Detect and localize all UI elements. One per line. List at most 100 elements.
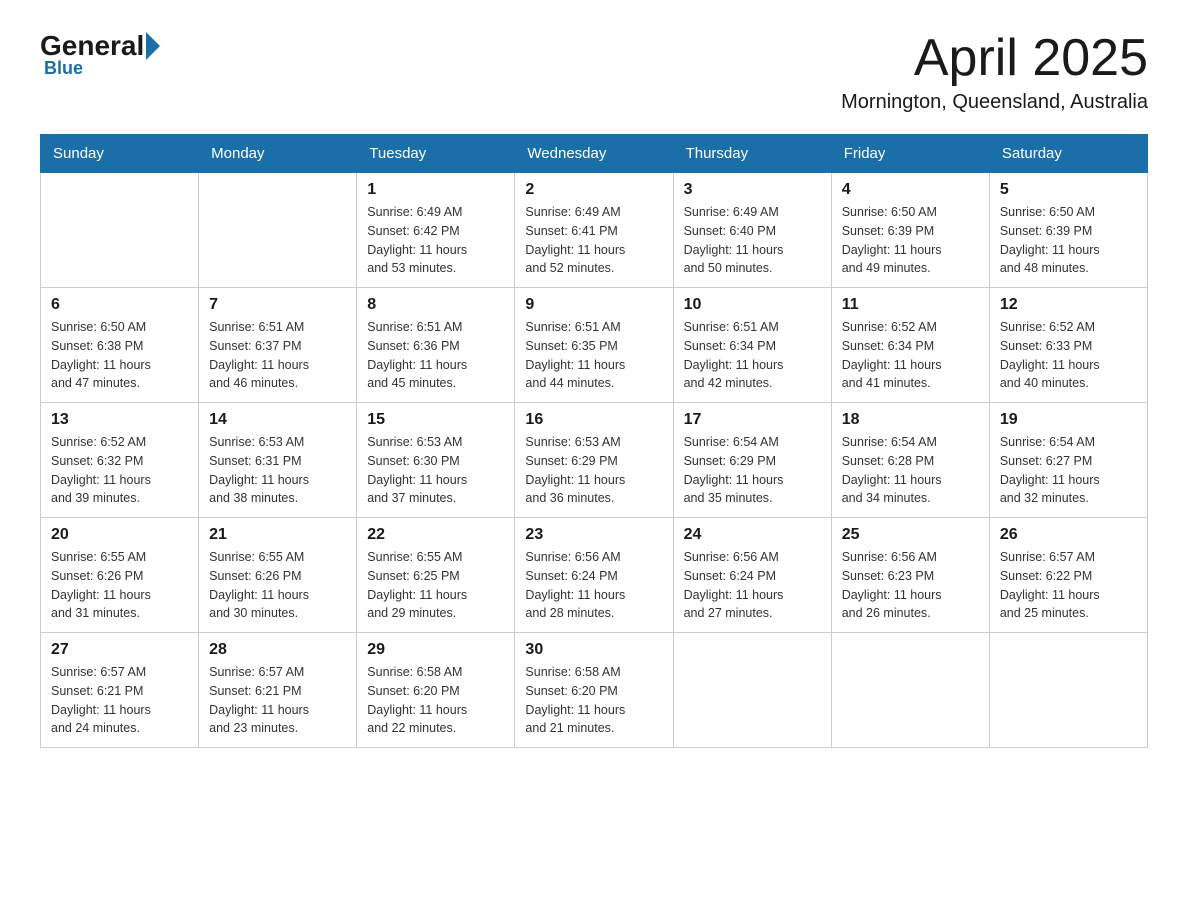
day-number: 26 (1000, 526, 1137, 544)
calendar-cell: 11 Sunrise: 6:52 AMSunset: 6:34 PMDayligh… (831, 288, 989, 403)
day-number: 16 (525, 411, 662, 429)
calendar-cell: 19 Sunrise: 6:54 AMSunset: 6:27 PMDayligh… (989, 403, 1147, 518)
calendar-table: SundayMondayTuesdayWednesdayThursdayFrid… (40, 134, 1148, 748)
day-number: 27 (51, 641, 188, 659)
calendar-week-4: 20 Sunrise: 6:55 AMSunset: 6:26 PMDayligh… (41, 518, 1148, 633)
calendar-cell: 12 Sunrise: 6:52 AMSunset: 6:33 PMDayligh… (989, 288, 1147, 403)
calendar-cell: 13 Sunrise: 6:52 AMSunset: 6:32 PMDayligh… (41, 403, 199, 518)
day-info: Sunrise: 6:52 AMSunset: 6:33 PMDaylight:… (1000, 318, 1137, 393)
day-info: Sunrise: 6:55 AMSunset: 6:26 PMDaylight:… (209, 548, 346, 623)
day-number: 13 (51, 411, 188, 429)
day-number: 28 (209, 641, 346, 659)
day-number: 7 (209, 296, 346, 314)
day-number: 3 (684, 181, 821, 199)
day-number: 9 (525, 296, 662, 314)
day-info: Sunrise: 6:51 AMSunset: 6:36 PMDaylight:… (367, 318, 504, 393)
calendar-header-row: SundayMondayTuesdayWednesdayThursdayFrid… (41, 135, 1148, 173)
day-info: Sunrise: 6:55 AMSunset: 6:26 PMDaylight:… (51, 548, 188, 623)
day-info: Sunrise: 6:56 AMSunset: 6:23 PMDaylight:… (842, 548, 979, 623)
weekday-header-saturday: Saturday (989, 135, 1147, 173)
calendar-cell: 20 Sunrise: 6:55 AMSunset: 6:26 PMDayligh… (41, 518, 199, 633)
calendar-cell: 27 Sunrise: 6:57 AMSunset: 6:21 PMDayligh… (41, 633, 199, 748)
day-number: 10 (684, 296, 821, 314)
day-number: 1 (367, 181, 504, 199)
weekday-header-tuesday: Tuesday (357, 135, 515, 173)
calendar-cell: 15 Sunrise: 6:53 AMSunset: 6:30 PMDayligh… (357, 403, 515, 518)
calendar-cell: 30 Sunrise: 6:58 AMSunset: 6:20 PMDayligh… (515, 633, 673, 748)
calendar-cell: 21 Sunrise: 6:55 AMSunset: 6:26 PMDayligh… (199, 518, 357, 633)
calendar-cell: 9 Sunrise: 6:51 AMSunset: 6:35 PMDaylight… (515, 288, 673, 403)
location-text: Mornington, Queensland, Australia (841, 91, 1148, 114)
calendar-cell (831, 633, 989, 748)
calendar-cell: 14Sunrise: 6:53 AMSunset: 6:31 PMDayligh… (199, 403, 357, 518)
day-info: Sunrise: 6:53 AMSunset: 6:31 PMDaylight:… (209, 433, 346, 508)
page-header: General Blue April 2025 Mornington, Quee… (40, 30, 1148, 114)
day-number: 17 (684, 411, 821, 429)
day-info: Sunrise: 6:50 AMSunset: 6:39 PMDaylight:… (842, 203, 979, 278)
day-number: 25 (842, 526, 979, 544)
calendar-cell: 28Sunrise: 6:57 AMSunset: 6:21 PMDayligh… (199, 633, 357, 748)
logo-arrow-icon (146, 32, 160, 60)
day-number: 12 (1000, 296, 1137, 314)
calendar-week-2: 6Sunrise: 6:50 AMSunset: 6:38 PMDaylight… (41, 288, 1148, 403)
month-title: April 2025 (841, 30, 1148, 87)
calendar-cell: 7 Sunrise: 6:51 AMSunset: 6:37 PMDaylight… (199, 288, 357, 403)
day-info: Sunrise: 6:52 AMSunset: 6:34 PMDaylight:… (842, 318, 979, 393)
day-info: Sunrise: 6:52 AMSunset: 6:32 PMDaylight:… (51, 433, 188, 508)
day-number: 19 (1000, 411, 1137, 429)
day-info: Sunrise: 6:54 AMSunset: 6:27 PMDaylight:… (1000, 433, 1137, 508)
day-number: 15 (367, 411, 504, 429)
day-number: 21 (209, 526, 346, 544)
calendar-cell: 16Sunrise: 6:53 AMSunset: 6:29 PMDayligh… (515, 403, 673, 518)
day-number: 2 (525, 181, 662, 199)
calendar-cell (673, 633, 831, 748)
calendar-cell: 5Sunrise: 6:50 AMSunset: 6:39 PMDaylight… (989, 173, 1147, 288)
day-info: Sunrise: 6:54 AMSunset: 6:29 PMDaylight:… (684, 433, 821, 508)
day-info: Sunrise: 6:58 AMSunset: 6:20 PMDaylight:… (525, 663, 662, 738)
day-info: Sunrise: 6:53 AMSunset: 6:30 PMDaylight:… (367, 433, 504, 508)
calendar-cell: 29Sunrise: 6:58 AMSunset: 6:20 PMDayligh… (357, 633, 515, 748)
day-info: Sunrise: 6:50 AMSunset: 6:38 PMDaylight:… (51, 318, 188, 393)
day-info: Sunrise: 6:49 AMSunset: 6:40 PMDaylight:… (684, 203, 821, 278)
calendar-cell (41, 173, 199, 288)
calendar-cell: 3 Sunrise: 6:49 AMSunset: 6:40 PMDaylight… (673, 173, 831, 288)
logo-blue-text: Blue (44, 58, 83, 79)
calendar-cell: 4Sunrise: 6:50 AMSunset: 6:39 PMDaylight… (831, 173, 989, 288)
day-info: Sunrise: 6:55 AMSunset: 6:25 PMDaylight:… (367, 548, 504, 623)
day-number: 23 (525, 526, 662, 544)
day-info: Sunrise: 6:49 AMSunset: 6:42 PMDaylight:… (367, 203, 504, 278)
day-info: Sunrise: 6:57 AMSunset: 6:22 PMDaylight:… (1000, 548, 1137, 623)
weekday-header-monday: Monday (199, 135, 357, 173)
weekday-header-friday: Friday (831, 135, 989, 173)
day-info: Sunrise: 6:54 AMSunset: 6:28 PMDaylight:… (842, 433, 979, 508)
calendar-cell: 18Sunrise: 6:54 AMSunset: 6:28 PMDayligh… (831, 403, 989, 518)
weekday-header-wednesday: Wednesday (515, 135, 673, 173)
weekday-header-sunday: Sunday (41, 135, 199, 173)
calendar-cell (989, 633, 1147, 748)
calendar-cell: 8 Sunrise: 6:51 AMSunset: 6:36 PMDaylight… (357, 288, 515, 403)
day-number: 30 (525, 641, 662, 659)
day-info: Sunrise: 6:51 AMSunset: 6:37 PMDaylight:… (209, 318, 346, 393)
day-number: 22 (367, 526, 504, 544)
calendar-cell: 22 Sunrise: 6:55 AMSunset: 6:25 PMDayligh… (357, 518, 515, 633)
calendar-cell: 26 Sunrise: 6:57 AMSunset: 6:22 PMDayligh… (989, 518, 1147, 633)
day-number: 11 (842, 296, 979, 314)
calendar-cell: 17 Sunrise: 6:54 AMSunset: 6:29 PMDayligh… (673, 403, 831, 518)
logo: General Blue (40, 30, 162, 79)
day-number: 29 (367, 641, 504, 659)
calendar-cell: 25 Sunrise: 6:56 AMSunset: 6:23 PMDayligh… (831, 518, 989, 633)
calendar-cell: 2Sunrise: 6:49 AMSunset: 6:41 PMDaylight… (515, 173, 673, 288)
weekday-header-thursday: Thursday (673, 135, 831, 173)
calendar-week-3: 13 Sunrise: 6:52 AMSunset: 6:32 PMDayligh… (41, 403, 1148, 518)
day-info: Sunrise: 6:51 AMSunset: 6:35 PMDaylight:… (525, 318, 662, 393)
day-info: Sunrise: 6:57 AMSunset: 6:21 PMDaylight:… (51, 663, 188, 738)
calendar-cell: 1 Sunrise: 6:49 AMSunset: 6:42 PMDaylight… (357, 173, 515, 288)
day-info: Sunrise: 6:51 AMSunset: 6:34 PMDaylight:… (684, 318, 821, 393)
calendar-cell: 6Sunrise: 6:50 AMSunset: 6:38 PMDaylight… (41, 288, 199, 403)
calendar-cell: 23Sunrise: 6:56 AMSunset: 6:24 PMDayligh… (515, 518, 673, 633)
day-number: 20 (51, 526, 188, 544)
day-number: 24 (684, 526, 821, 544)
day-number: 8 (367, 296, 504, 314)
calendar-week-1: 1 Sunrise: 6:49 AMSunset: 6:42 PMDaylight… (41, 173, 1148, 288)
title-block: April 2025 Mornington, Queensland, Austr… (841, 30, 1148, 114)
